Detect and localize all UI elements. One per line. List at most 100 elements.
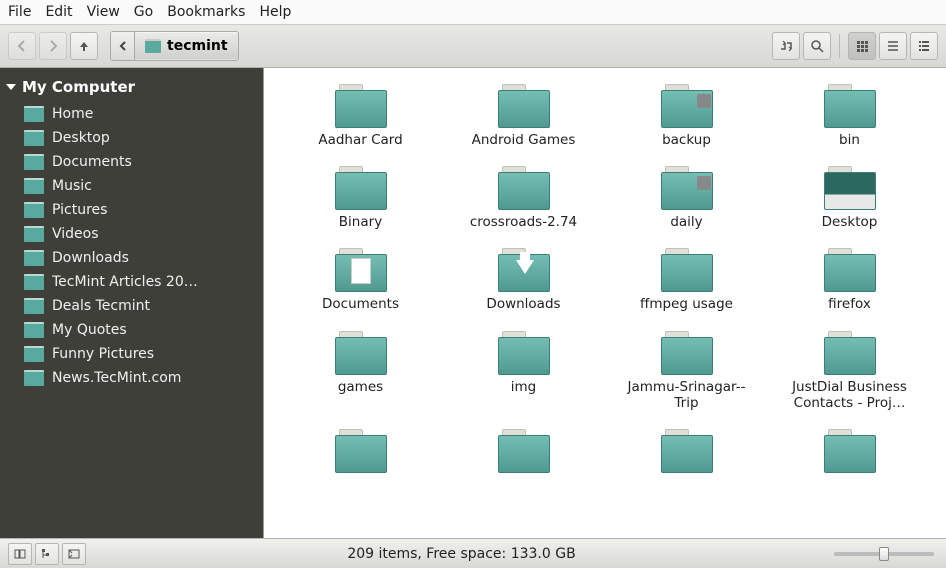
view-compact-button[interactable] <box>910 32 938 60</box>
folder-item[interactable]: img <box>447 327 600 415</box>
folder-label: crossroads-2.74 <box>470 214 577 230</box>
folder-icon <box>496 248 552 292</box>
folder-icon <box>24 250 44 266</box>
folder-icon <box>333 248 389 292</box>
sidebar-item-home[interactable]: Home <box>0 102 263 126</box>
nav-up-button[interactable] <box>70 32 98 60</box>
folder-icon <box>822 331 878 375</box>
folder-item[interactable]: daily <box>610 162 763 234</box>
folder-icon <box>822 248 878 292</box>
folder-icon <box>822 429 878 473</box>
folder-item[interactable]: Documents <box>284 244 437 316</box>
statusbar: 209 items, Free space: 133.0 GB <box>0 538 946 568</box>
folder-item[interactable] <box>610 425 763 481</box>
menu-go[interactable]: Go <box>134 4 153 20</box>
folder-icon <box>24 346 44 362</box>
folder-label: Desktop <box>822 214 878 230</box>
folder-icon <box>496 331 552 375</box>
folder-item[interactable]: firefox <box>773 244 926 316</box>
status-text: 209 items, Free space: 133.0 GB <box>89 546 834 562</box>
folder-item[interactable]: Jammu-Srinagar--Trip <box>610 327 763 415</box>
sidebar-header[interactable]: My Computer <box>0 74 263 102</box>
folder-icon <box>24 178 44 194</box>
path-segment-label: tecmint <box>167 38 228 54</box>
locked-badge-icon <box>697 176 711 190</box>
menu-bookmarks[interactable]: Bookmarks <box>167 4 245 20</box>
folder-label: Android Games <box>472 132 576 148</box>
folder-item[interactable]: bin <box>773 80 926 152</box>
show-places-button[interactable] <box>8 543 32 565</box>
folder-item[interactable]: JustDial Business Contacts - Proj… <box>773 327 926 415</box>
sidebar-item-label: Downloads <box>52 250 129 266</box>
zoom-thumb[interactable] <box>879 547 889 561</box>
sidebar-item-documents[interactable]: Documents <box>0 150 263 174</box>
folder-item[interactable] <box>284 425 437 481</box>
folder-icon <box>659 84 715 128</box>
sidebar-item-label: Desktop <box>52 130 110 146</box>
folder-label: firefox <box>828 296 871 312</box>
sidebar-item-videos[interactable]: Videos <box>0 222 263 246</box>
folder-label: Aadhar Card <box>318 132 402 148</box>
folder-item[interactable] <box>447 425 600 481</box>
menu-file[interactable]: File <box>8 4 31 20</box>
sidebar-item-desktop[interactable]: Desktop <box>0 126 263 150</box>
content-pane[interactable]: Aadhar Card Android Games backup bin Binary c… <box>264 68 946 538</box>
menu-edit[interactable]: Edit <box>45 4 72 20</box>
folder-icon <box>659 429 715 473</box>
close-sidebar-button[interactable] <box>62 543 86 565</box>
folder-item[interactable]: crossroads-2.74 <box>447 162 600 234</box>
sidebar-item-deals-tecmint[interactable]: Deals Tecmint <box>0 294 263 318</box>
folder-item[interactable]: Downloads <box>447 244 600 316</box>
folder-icon <box>333 331 389 375</box>
folder-icon <box>333 84 389 128</box>
folder-icon <box>24 130 44 146</box>
sidebar-item-label: Funny Pictures <box>52 346 154 362</box>
home-icon <box>145 39 161 53</box>
search-button[interactable] <box>803 32 831 60</box>
folder-icon <box>24 370 44 386</box>
folder-item[interactable]: Binary <box>284 162 437 234</box>
folder-item[interactable]: Desktop <box>773 162 926 234</box>
folder-label: games <box>338 379 383 395</box>
folder-item[interactable] <box>773 425 926 481</box>
folder-icon <box>24 322 44 338</box>
sidebar-item-news-tecmint-com[interactable]: News.TecMint.com <box>0 366 263 390</box>
sidebar-item-label: Pictures <box>52 202 107 218</box>
main-area: My Computer HomeDesktopDocumentsMusicPic… <box>0 68 946 538</box>
folder-icon <box>496 166 552 210</box>
nav-forward-button[interactable] <box>39 32 67 60</box>
menu-help[interactable]: Help <box>259 4 291 20</box>
sidebar-item-label: News.TecMint.com <box>52 370 181 386</box>
folder-icon <box>24 226 44 242</box>
sidebar-item-funny-pictures[interactable]: Funny Pictures <box>0 342 263 366</box>
folder-item[interactable]: Android Games <box>447 80 600 152</box>
toggle-pathbar-button[interactable] <box>772 32 800 60</box>
folder-label: img <box>511 379 536 395</box>
sidebar-item-pictures[interactable]: Pictures <box>0 198 263 222</box>
nav-back-button[interactable] <box>8 32 36 60</box>
sidebar-item-tecmint-articles-20[interactable]: TecMint Articles 20… <box>0 270 263 294</box>
menu-view[interactable]: View <box>87 4 120 20</box>
folder-item[interactable]: backup <box>610 80 763 152</box>
folder-icon <box>659 166 715 210</box>
folder-icon <box>822 84 878 128</box>
sidebar-item-downloads[interactable]: Downloads <box>0 246 263 270</box>
folder-icon <box>333 166 389 210</box>
sidebar-header-label: My Computer <box>22 78 135 96</box>
sidebar-item-music[interactable]: Music <box>0 174 263 198</box>
folder-label: bin <box>839 132 860 148</box>
view-list-button[interactable] <box>879 32 907 60</box>
path-segment-current[interactable]: tecmint <box>135 33 238 59</box>
view-icons-button[interactable] <box>848 32 876 60</box>
sidebar-item-label: Home <box>52 106 93 122</box>
zoom-slider[interactable] <box>834 552 934 556</box>
folder-label: Downloads <box>486 296 560 312</box>
path-history-button[interactable] <box>111 32 135 60</box>
locked-badge-icon <box>697 94 711 108</box>
folder-item[interactable]: ffmpeg usage <box>610 244 763 316</box>
folder-icon <box>496 84 552 128</box>
folder-item[interactable]: games <box>284 327 437 415</box>
show-tree-button[interactable] <box>35 543 59 565</box>
sidebar-item-my-quotes[interactable]: My Quotes <box>0 318 263 342</box>
folder-item[interactable]: Aadhar Card <box>284 80 437 152</box>
